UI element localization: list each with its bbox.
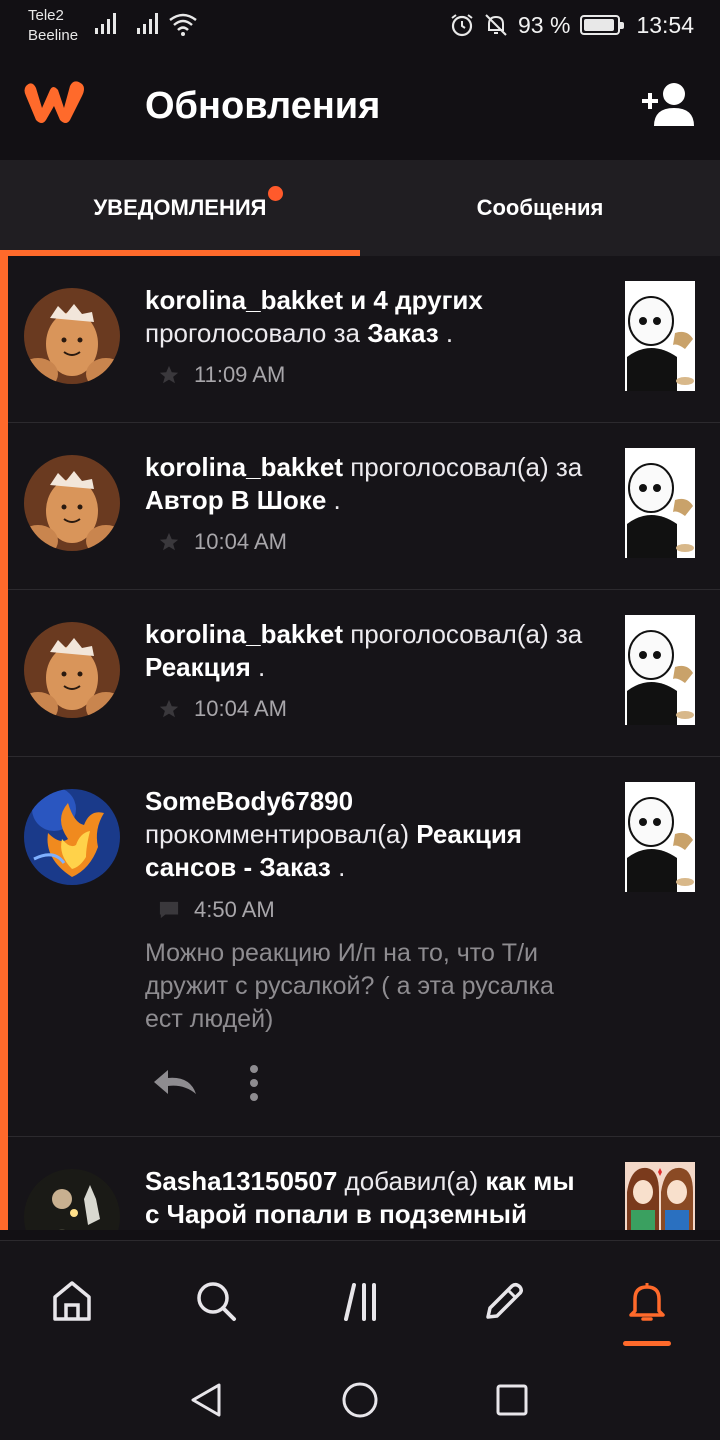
action-text: прокомментировал(а) <box>145 819 417 849</box>
notification-item[interactable]: korolina_bakket и 4 других проголосовало… <box>8 256 720 423</box>
timestamp: 10:04 AM <box>194 696 287 721</box>
avatar[interactable] <box>24 455 120 551</box>
nav-notifications[interactable] <box>617 1271 677 1331</box>
notification-text: korolina_bakket проголосовал(а) за Реакц… <box>145 619 583 682</box>
story-cover[interactable] <box>625 281 695 391</box>
nav-home[interactable] <box>42 1271 102 1331</box>
search-icon <box>197 1282 236 1321</box>
home-circle-icon <box>342 1382 378 1418</box>
story-cover[interactable] <box>625 615 695 725</box>
notification-feed[interactable]: korolina_bakket и 4 других проголосовало… <box>0 256 720 1230</box>
username[interactable]: SomeBody67890 <box>145 786 353 816</box>
status-time: 13:54 <box>636 11 694 38</box>
signal-icon <box>95 13 116 34</box>
notification-text: SomeBody67890 прокомментировал(а) Реакци… <box>145 786 522 882</box>
more-icon[interactable] <box>248 1065 260 1101</box>
back-button[interactable] <box>184 1378 228 1422</box>
nav-write[interactable] <box>474 1271 534 1331</box>
notification-meta: 11:09 AM <box>158 362 285 388</box>
notification-text: korolina_bakket проголосовал(а) за Автор… <box>145 452 583 515</box>
battery-icon <box>580 15 625 35</box>
unread-badge <box>268 186 283 201</box>
comment-preview: Можно реакцию И/п на то, что Т/и дружит … <box>145 939 554 1033</box>
battery-level <box>584 19 615 31</box>
mute-bell-icon <box>485 14 507 36</box>
recents-button[interactable] <box>490 1378 534 1422</box>
notification-meta: 10:04 AM <box>158 696 287 722</box>
tab-messages[interactable]: Сообщения <box>360 160 720 256</box>
bell-icon <box>629 1283 665 1321</box>
notification-meta: 4:50 AM <box>158 897 275 923</box>
active-nav-indicator <box>623 1341 671 1346</box>
story-cover[interactable] <box>625 1162 695 1230</box>
add-user-icon[interactable] <box>640 80 696 128</box>
timestamp: 11:09 AM <box>194 362 286 387</box>
signal-icon-2 <box>137 13 158 34</box>
avatar[interactable] <box>24 288 120 384</box>
library-icon <box>344 1283 376 1321</box>
bottom-nav <box>0 1240 720 1358</box>
system-nav-bar <box>0 1358 720 1440</box>
story-cover[interactable] <box>625 782 695 892</box>
app-bar: Обновления <box>0 50 720 160</box>
status-bar: Tele2 Beeline 93 % 13:54 <box>0 0 720 50</box>
comment-actions <box>152 1065 260 1101</box>
notification-text: Sasha13150507 добавил(а) как мы с Чарой … <box>145 1165 595 1230</box>
star-icon <box>159 699 179 718</box>
action-text: проголосовал(а) за <box>342 452 583 482</box>
notification-item[interactable]: korolina_bakket проголосовал(а) за Реакц… <box>8 590 720 757</box>
status-right: 93 % 13:54 <box>450 10 694 40</box>
nav-library[interactable] <box>332 1271 392 1331</box>
tab-messages-label: Сообщения <box>476 195 604 220</box>
avatar[interactable] <box>24 622 120 718</box>
wifi-icon <box>169 13 197 36</box>
avatar[interactable] <box>24 1169 120 1230</box>
star-icon <box>159 365 179 384</box>
notification-meta: 10:04 AM <box>158 529 287 555</box>
tab-bar: УВЕДОМЛЕНИЯ Сообщения <box>0 160 720 256</box>
action-text: проголосовало за <box>145 318 368 348</box>
wattpad-logo-icon[interactable] <box>22 78 88 126</box>
battery-percent: 93 % <box>518 11 571 38</box>
pencil-icon <box>486 1282 524 1319</box>
tab-notifications[interactable]: УВЕДОМЛЕНИЯ <box>0 160 360 256</box>
username[interactable]: korolina_bakket <box>145 285 343 315</box>
username[interactable]: korolina_bakket <box>145 452 343 482</box>
story-title[interactable]: Заказ <box>367 318 438 348</box>
back-triangle-icon <box>191 1383 221 1417</box>
story-title[interactable]: Реакция <box>145 652 251 682</box>
comment-icon <box>159 901 179 919</box>
timestamp: 10:04 AM <box>194 529 287 554</box>
nav-search[interactable] <box>186 1271 246 1331</box>
username[interactable]: korolina_bakket <box>145 619 343 649</box>
alarm-icon <box>451 14 473 37</box>
others-count: и 4 других <box>342 285 483 315</box>
username[interactable]: Sasha13150507 <box>145 1166 337 1196</box>
notification-item[interactable]: Sasha13150507 добавил(а) как мы с Чарой … <box>8 1137 720 1230</box>
reply-icon[interactable] <box>152 1068 198 1098</box>
avatar[interactable] <box>24 789 120 885</box>
timestamp: 4:50 AM <box>194 897 275 922</box>
action-text: добавил(а) <box>337 1166 486 1196</box>
page-title: Обновления <box>145 85 381 127</box>
notification-item[interactable]: korolina_bakket проголосовал(а) за Автор… <box>8 423 720 590</box>
notification-text: korolina_bakket и 4 других проголосовало… <box>145 285 483 348</box>
home-icon <box>53 1281 91 1321</box>
carrier-2: Beeline <box>28 27 79 44</box>
tab-notifications-label: УВЕДОМЛЕНИЯ <box>93 195 267 220</box>
home-system-button[interactable] <box>338 1378 382 1422</box>
notification-item[interactable]: SomeBody67890 прокомментировал(а) Реакци… <box>8 757 720 1137</box>
carrier-1: Tele2 <box>28 7 64 24</box>
recents-square-icon <box>496 1384 528 1416</box>
story-cover[interactable] <box>625 448 695 558</box>
star-icon <box>159 532 179 551</box>
carrier-names: Tele2 Beeline <box>28 6 78 46</box>
action-text: проголосовал(а) за <box>342 619 583 649</box>
story-title[interactable]: Автор В Шоке <box>145 485 326 515</box>
new-items-accent <box>0 256 8 1230</box>
